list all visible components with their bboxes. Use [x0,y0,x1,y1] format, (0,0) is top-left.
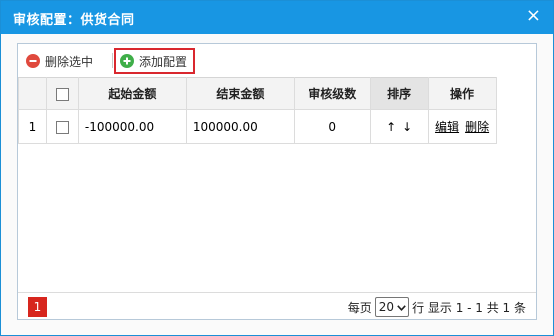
minus-circle-icon [26,54,40,68]
page-button-current[interactable]: 1 [28,297,47,317]
toolbar-divider [112,53,113,68]
add-config-label: 添加配置 [139,54,188,69]
delete-selected-label: 删除选中 [45,54,94,69]
add-config-button[interactable]: 添加配置 [114,48,196,74]
config-table: 起始金额 结束金额 审核级数 排序 操作 1 -100000.00 100000… [18,77,536,144]
toolbar: 删除选中 添加配置 [18,44,536,77]
end-amount-cell: 100000.00 [185,109,295,144]
row-checkbox[interactable] [55,120,69,134]
row-filler [495,109,536,144]
move-down-icon[interactable]: ↓ [402,120,412,134]
dialog-title: 审核配置：供货合同 [13,13,135,28]
per-page-select[interactable]: 20 [374,297,410,317]
header-end-amount[interactable]: 结束金额 [185,77,295,110]
per-page-label: 每页 [347,300,372,315]
plus-circle-icon [120,54,134,68]
actions-cell: 编辑 删除 [427,109,497,144]
pagination-bar: 1 每页 20 行 显示 1 - 1 共 1 条 [18,292,536,319]
table-row: 1 -100000.00 100000.00 0 ↑ ↓ 编辑 删除 [18,109,536,144]
dialog-titlebar: 审核配置：供货合同 × [1,1,553,34]
header-select-all[interactable] [45,77,79,110]
row-select-cell[interactable] [45,109,79,144]
per-page-value: 20 [378,300,395,314]
chevron-down-icon [397,300,406,314]
header-sort[interactable]: 排序 [369,77,429,110]
edit-link[interactable]: 编辑 [435,120,459,134]
close-icon[interactable]: × [526,6,541,26]
level-cell: 0 [293,109,371,144]
header-level[interactable]: 审核级数 [293,77,371,110]
select-all-checkbox[interactable] [55,87,69,101]
move-up-icon[interactable]: ↑ [386,120,396,134]
delete-link[interactable]: 删除 [465,120,489,134]
header-start-amount[interactable]: 起始金额 [77,77,187,110]
pager-info: 每页 20 行 显示 1 - 1 共 1 条 [348,296,526,318]
header-index [18,77,47,110]
start-amount-cell: -100000.00 [77,109,187,144]
sort-cell: ↑ ↓ [369,109,429,144]
pager-summary: 行 显示 1 - 1 共 1 条 [412,300,526,315]
config-panel: 删除选中 添加配置 起始金额 结束金额 审核级数 排序 操作 1 -100000… [17,43,537,320]
row-index: 1 [18,109,47,144]
table-header-row: 起始金额 结束金额 审核级数 排序 操作 [18,77,536,110]
delete-selected-button[interactable]: 删除选中 [26,50,93,72]
header-filler [495,77,536,110]
config-dialog: 审核配置：供货合同 × 删除选中 添加配置 起始金额 结束金额 审核级数 排序 … [0,0,554,336]
header-actions: 操作 [427,77,497,110]
